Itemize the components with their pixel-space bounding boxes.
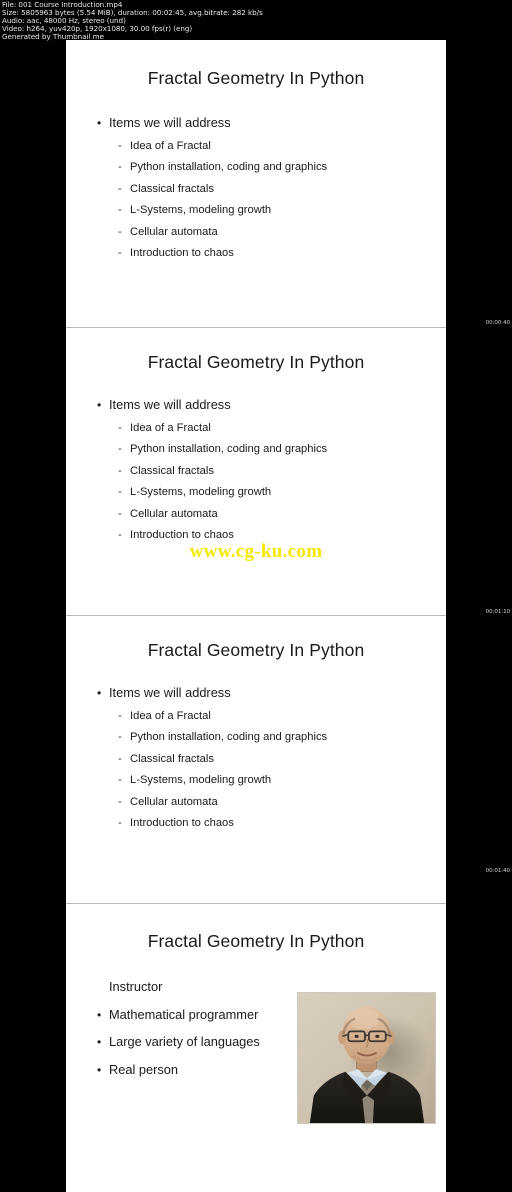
list-item-label: L-Systems, modeling growth (130, 774, 272, 786)
slide-heading-text: Items we will address (109, 115, 231, 130)
list-item: - Cellular automata (97, 508, 446, 520)
slide-heading-text: Items we will address (109, 397, 231, 412)
list-item: - Python installation, coding and graphi… (97, 731, 446, 743)
bullet-dot-icon: • (97, 1062, 102, 1077)
dash-bullet-icon: - (118, 204, 122, 216)
list-item-label: Cellular automata (130, 507, 218, 520)
list-item-label: Idea of a Fractal (130, 139, 211, 152)
list-item: - Python installation, coding and graphi… (97, 443, 446, 455)
list-item-label: Idea of a Fractal (130, 709, 211, 722)
list-item: - Classical fractals (97, 465, 446, 477)
list-item: - Idea of a Fractal (97, 140, 446, 152)
list-item-label: Classical fractals (130, 182, 214, 195)
list-item-label: Python installation, coding and graphics (130, 161, 328, 173)
list-item-label: Python installation, coding and graphics (130, 443, 328, 455)
dash-bullet-icon: - (118, 507, 122, 520)
list-item: - Idea of a Fractal (97, 710, 446, 722)
bullet-dot-icon: • (97, 398, 102, 412)
slide-thumbnail-4[interactable]: Fractal Geometry In Python Instructor • … (66, 904, 446, 1192)
slide-title: Fractal Geometry In Python (147, 352, 365, 372)
dash-bullet-icon: - (118, 486, 122, 498)
list-item: - Introduction to chaos (97, 817, 446, 829)
dash-bullet-icon: - (118, 139, 122, 152)
slide-title: Fractal Geometry In Python (147, 931, 365, 951)
dash-bullet-icon: - (118, 731, 122, 743)
list-item-label: Real person (109, 1061, 179, 1077)
list-item: - Introduction to chaos (97, 247, 446, 259)
dash-bullet-icon: - (118, 752, 122, 765)
dash-bullet-icon: - (118, 709, 122, 722)
list-item: - L-Systems, modeling growth (97, 486, 446, 498)
bullet-dot-icon: • (97, 1035, 102, 1049)
dash-bullet-icon: - (118, 795, 122, 808)
dash-bullet-icon: - (118, 247, 122, 259)
list-item: - L-Systems, modeling growth (97, 774, 446, 786)
timestamp-label: 00:01:10 (485, 609, 510, 615)
instructor-portrait-photo (297, 992, 436, 1124)
video-metadata-header: File: 001 Course Introduction.mp4 Size: … (0, 0, 512, 41)
slide-body: • Items we will address - Idea of a Frac… (66, 661, 446, 829)
list-item-label: L-Systems, modeling growth (130, 204, 272, 216)
dash-bullet-icon: - (118, 182, 122, 195)
dash-bullet-icon: - (118, 443, 122, 455)
list-item-label: Idea of a Fractal (130, 421, 211, 434)
dash-bullet-icon: - (118, 225, 122, 238)
dash-bullet-icon: - (118, 817, 122, 829)
slide-title: Fractal Geometry In Python (147, 640, 365, 660)
slide-heading-bullet: • Items we will address (97, 685, 446, 700)
slide-title: Fractal Geometry In Python (147, 68, 365, 88)
timestamp-label: 00:01:40 (485, 868, 510, 874)
list-item: - Python installation, coding and graphi… (97, 161, 446, 173)
thumbnail-contact-sheet: Fractal Geometry In Python • Items we wi… (66, 40, 446, 1192)
list-item-label: Mathematical programmer (109, 1006, 259, 1022)
slide-thumbnail-2[interactable]: Fractal Geometry In Python • Items we wi… (66, 328, 446, 616)
slide-heading-bullet: • Items we will address (97, 397, 446, 412)
list-item-label: L-Systems, modeling growth (130, 486, 272, 498)
watermark-text: www.cg-ku.com (189, 541, 323, 562)
slide-heading-text: Items we will address (109, 685, 231, 700)
list-item-label: Large variety of languages (109, 1034, 260, 1049)
list-item-label: Introduction to chaos (130, 529, 234, 541)
dash-bullet-icon: - (118, 161, 122, 173)
bullet-dot-icon: • (97, 116, 102, 130)
list-item-label: Cellular automata (130, 225, 218, 238)
list-item-label: Introduction to chaos (130, 817, 234, 829)
dash-bullet-icon: - (118, 529, 122, 541)
slide-thumbnail-3[interactable]: Fractal Geometry In Python • Items we wi… (66, 616, 446, 904)
slide-heading-bullet: • Items we will address (97, 115, 446, 130)
list-item-label: Cellular automata (130, 795, 218, 808)
list-item: - Classical fractals (97, 183, 446, 195)
dash-bullet-icon: - (118, 421, 122, 434)
dash-bullet-icon: - (118, 464, 122, 477)
slide-body: • Items we will address - Idea of a Frac… (66, 373, 446, 541)
list-item: - Classical fractals (97, 753, 446, 765)
list-item-label: Classical fractals (130, 752, 214, 765)
timestamp-label: 00:00:40 (485, 320, 510, 326)
list-item-label: Classical fractals (130, 464, 214, 477)
slide-body: • Items we will address - Idea of a Frac… (66, 89, 446, 259)
list-item: - Introduction to chaos (97, 529, 446, 541)
list-item-label: Python installation, coding and graphics (130, 731, 328, 743)
list-item: - Cellular automata (97, 226, 446, 238)
metadata-line-generator: Generated by Thumbnail me (2, 32, 104, 42)
dash-bullet-icon: - (118, 774, 122, 786)
list-item: - L-Systems, modeling growth (97, 204, 446, 216)
bullet-dot-icon: • (97, 686, 102, 700)
list-item: - Cellular automata (97, 796, 446, 808)
bullet-dot-icon: • (97, 1007, 102, 1022)
list-item-label: Introduction to chaos (130, 247, 234, 259)
list-item: - Idea of a Fractal (97, 422, 446, 434)
slide-thumbnail-1[interactable]: Fractal Geometry In Python • Items we wi… (66, 40, 446, 328)
